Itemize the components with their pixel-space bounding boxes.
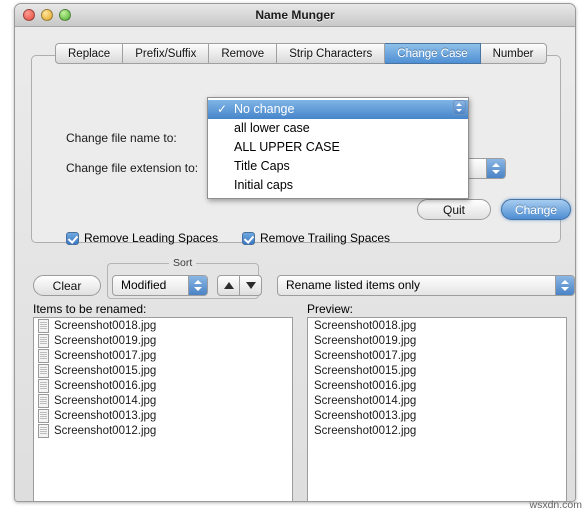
list-item-label: Screenshot0012.jpg	[54, 424, 157, 437]
tab-prefix-suffix[interactable]: Prefix/Suffix	[123, 43, 210, 64]
close-button-icon[interactable]	[23, 9, 35, 21]
triangle-up-icon	[224, 282, 234, 289]
triangle-down-icon	[246, 282, 256, 289]
list-item[interactable]: Screenshot0017.jpg	[34, 348, 292, 363]
list-item-label: Screenshot0018.jpg	[314, 319, 417, 332]
quit-button[interactable]: Quit	[417, 199, 491, 220]
items-to-be-renamed-list[interactable]: Screenshot0018.jpg Screenshot0019.jpg Sc…	[33, 317, 293, 501]
list-item-label: Screenshot0014.jpg	[54, 394, 157, 407]
checkmark-icon: ✓	[217, 102, 228, 116]
chevron-updown-icon	[486, 159, 505, 178]
menu-item-label: Initial caps	[234, 178, 294, 192]
list-item-label: Screenshot0018.jpg	[54, 319, 157, 332]
tab-number[interactable]: Number	[480, 43, 547, 64]
change-button[interactable]: Change	[501, 199, 571, 220]
menu-item-title-caps[interactable]: Title Caps	[208, 157, 468, 176]
app-window: Name Munger Replace Prefix/Suffix Remove…	[14, 3, 576, 502]
document-icon	[38, 363, 49, 378]
window-title: Name Munger	[255, 8, 335, 22]
checkmark-icon	[242, 231, 255, 245]
list-item: Screenshot0012.jpg	[308, 423, 566, 438]
list-item-label: Screenshot0017.jpg	[54, 349, 157, 362]
sort-popup[interactable]: Modified	[112, 275, 208, 296]
menu-item-all-lower-case[interactable]: all lower case	[208, 119, 468, 138]
list-item[interactable]: Screenshot0013.jpg	[34, 408, 292, 423]
chevron-updown-icon[interactable]	[453, 100, 466, 115]
rename-scope-value: Rename listed items only	[286, 278, 421, 292]
list-item-label: Screenshot0014.jpg	[314, 394, 417, 407]
document-icon	[38, 318, 49, 333]
sort-ascending-button[interactable]	[217, 275, 240, 296]
document-icon	[38, 348, 49, 363]
list-item: Screenshot0017.jpg	[308, 348, 566, 363]
tab-bar: Replace Prefix/Suffix Remove Strip Chara…	[55, 43, 547, 64]
tab-replace[interactable]: Replace	[55, 43, 124, 64]
rename-scope-popup[interactable]: Rename listed items only	[277, 275, 575, 296]
list-item[interactable]: Screenshot0016.jpg	[34, 378, 292, 393]
list-item-label: Screenshot0013.jpg	[314, 409, 417, 422]
change-case-dropdown-menu[interactable]: ✓ No change all lower case ALL UPPER CAS…	[207, 97, 469, 199]
document-icon	[38, 393, 49, 408]
document-icon	[38, 408, 49, 423]
list-item-label: Screenshot0016.jpg	[54, 379, 157, 392]
list-item[interactable]: Screenshot0018.jpg	[34, 318, 292, 333]
tab-strip-characters[interactable]: Strip Characters	[277, 43, 386, 64]
menu-item-label: Title Caps	[234, 159, 290, 173]
list-item-label: Screenshot0012.jpg	[314, 424, 417, 437]
document-icon	[38, 378, 49, 393]
window-content: Replace Prefix/Suffix Remove Strip Chara…	[15, 27, 575, 501]
list-item-label: Screenshot0013.jpg	[54, 409, 157, 422]
menu-item-label: all lower case	[234, 121, 310, 135]
sort-group-title: Sort	[169, 257, 197, 269]
list-item[interactable]: Screenshot0015.jpg	[34, 363, 292, 378]
preview-list[interactable]: Screenshot0018.jpg Screenshot0019.jpg Sc…	[307, 317, 567, 501]
remove-leading-spaces-checkbox[interactable]: Remove Leading Spaces	[66, 231, 218, 245]
remove-trailing-spaces-checkbox[interactable]: Remove Trailing Spaces	[242, 231, 390, 245]
list-item-label: Screenshot0015.jpg	[314, 364, 417, 377]
menu-item-label: No change	[234, 102, 295, 116]
document-icon	[38, 423, 49, 438]
tab-remove[interactable]: Remove	[209, 43, 278, 64]
file-extension-label: Change file extension to:	[66, 161, 199, 175]
sort-descending-button[interactable]	[239, 275, 262, 296]
list-item-label: Screenshot0015.jpg	[54, 364, 157, 377]
list-item[interactable]: Screenshot0019.jpg	[34, 333, 292, 348]
watermark: wsxdn.com	[529, 499, 582, 511]
list-item: Screenshot0013.jpg	[308, 408, 566, 423]
list-item-label: Screenshot0019.jpg	[54, 334, 157, 347]
list-item: Screenshot0016.jpg	[308, 378, 566, 393]
preview-list-label: Preview:	[307, 302, 354, 316]
list-item[interactable]: Screenshot0014.jpg	[34, 393, 292, 408]
list-item: Screenshot0018.jpg	[308, 318, 566, 333]
list-item-label: Screenshot0016.jpg	[314, 379, 417, 392]
clear-button[interactable]: Clear	[33, 275, 101, 296]
list-item: Screenshot0019.jpg	[308, 333, 566, 348]
menu-item-label: ALL UPPER CASE	[234, 140, 340, 154]
chevron-updown-icon	[555, 276, 574, 295]
tab-change-case[interactable]: Change Case	[385, 43, 481, 64]
chevron-updown-icon	[188, 276, 207, 295]
list-item: Screenshot0014.jpg	[308, 393, 566, 408]
remove-trailing-spaces-label: Remove Trailing Spaces	[260, 231, 391, 245]
document-icon	[38, 333, 49, 348]
title-bar[interactable]: Name Munger	[15, 4, 575, 27]
checkmark-icon	[66, 231, 79, 245]
window-controls	[23, 9, 71, 21]
list-item: Screenshot0015.jpg	[308, 363, 566, 378]
menu-item-no-change[interactable]: ✓ No change	[208, 100, 468, 119]
zoom-button-icon[interactable]	[59, 9, 71, 21]
items-list-label: Items to be renamed:	[33, 302, 147, 316]
menu-item-initial-caps[interactable]: Initial caps	[208, 176, 468, 195]
minimize-button-icon[interactable]	[41, 9, 53, 21]
list-item-label: Screenshot0019.jpg	[314, 334, 417, 347]
remove-leading-spaces-label: Remove Leading Spaces	[84, 231, 219, 245]
file-name-label: Change file name to:	[66, 131, 177, 145]
menu-item-all-upper-case[interactable]: ALL UPPER CASE	[208, 138, 468, 157]
list-item[interactable]: Screenshot0012.jpg	[34, 423, 292, 438]
list-item-label: Screenshot0017.jpg	[314, 349, 417, 362]
